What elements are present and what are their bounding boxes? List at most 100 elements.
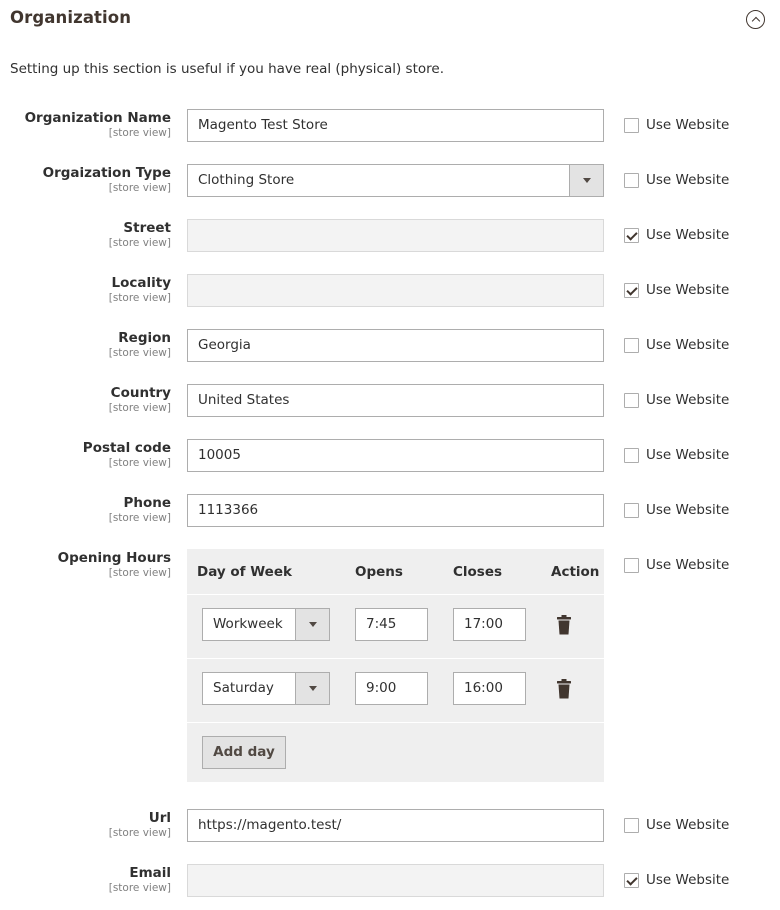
- closes-input[interactable]: 17:00: [453, 608, 526, 641]
- checkbox[interactable]: [624, 448, 639, 463]
- checkbox-checked[interactable]: [624, 228, 639, 243]
- checkbox[interactable]: [624, 558, 639, 573]
- organization-type-select[interactable]: Clothing Store: [187, 164, 604, 197]
- use-website-label: Use Website: [646, 817, 730, 833]
- field-label-group: Url [store view]: [109, 810, 171, 839]
- organization-name-input[interactable]: Magento Test Store: [187, 109, 604, 142]
- scope-label: [store view]: [108, 882, 171, 894]
- postal-code-input[interactable]: 10005: [187, 439, 604, 472]
- day-of-week-select[interactable]: Workweek: [202, 608, 330, 641]
- divider: [187, 594, 604, 595]
- column-header-opens: Opens: [355, 564, 403, 580]
- url-input[interactable]: https://magento.test/: [187, 809, 604, 842]
- closes-input[interactable]: 16:00: [453, 672, 526, 705]
- field-label-group: Organization Name [store view]: [25, 110, 171, 139]
- scope-label: [store view]: [108, 457, 171, 469]
- field-phone: Phone [store view] 1113366 Use Website: [0, 494, 780, 528]
- checkbox[interactable]: [624, 503, 639, 518]
- field-country: Country [store view] United States Use W…: [0, 384, 780, 418]
- checkbox[interactable]: [624, 173, 639, 188]
- field-label: Phone: [123, 495, 171, 511]
- scope-label: [store view]: [108, 512, 171, 524]
- opens-input[interactable]: 9:00: [355, 672, 428, 705]
- field-label-group: Country [store view]: [109, 385, 171, 414]
- field-label-group: Phone [store view]: [109, 495, 171, 524]
- opening-hours-table: Day of Week Opens Closes Action Workweek…: [187, 549, 604, 782]
- use-website-label: Use Website: [646, 872, 730, 888]
- scope-label: [store view]: [108, 292, 171, 304]
- field-postal-code: Postal code [store view] 10005 Use Websi…: [0, 439, 780, 473]
- selected-value: Saturday: [213, 680, 274, 696]
- field-organization-type: Orgaization Type [store view] Clothing S…: [0, 164, 780, 198]
- chevron-down-icon[interactable]: [295, 673, 329, 704]
- field-locality: Locality [store view] Use Website: [0, 274, 780, 308]
- use-website-label: Use Website: [646, 557, 730, 573]
- opens-input[interactable]: 7:45: [355, 608, 428, 641]
- trash-icon[interactable]: [556, 679, 572, 699]
- scope-label: [store view]: [108, 237, 171, 249]
- checkbox[interactable]: [624, 393, 639, 408]
- field-url: Url [store view] https://magento.test/ U…: [0, 809, 780, 843]
- scope-label: [store view]: [108, 827, 171, 839]
- field-label: Street: [123, 220, 171, 236]
- street-input[interactable]: [187, 219, 604, 252]
- column-header-action: Action: [551, 564, 600, 580]
- country-input[interactable]: United States: [187, 384, 604, 417]
- field-organization-name: Organization Name [store view] Magento T…: [0, 109, 780, 143]
- use-website-label: Use Website: [646, 392, 730, 408]
- checkbox-checked[interactable]: [624, 283, 639, 298]
- divider: [187, 658, 604, 659]
- field-label-group: Orgaization Type [store view]: [43, 165, 171, 194]
- use-website-label: Use Website: [646, 117, 730, 133]
- use-website-label: Use Website: [646, 447, 730, 463]
- scope-label: [store view]: [108, 567, 171, 579]
- add-day-button[interactable]: Add day: [202, 736, 286, 769]
- field-label-group: Region [store view]: [109, 330, 171, 359]
- field-label-group: Locality [store view]: [109, 275, 171, 304]
- use-website-label: Use Website: [646, 227, 730, 243]
- day-of-week-select[interactable]: Saturday: [202, 672, 330, 705]
- chevron-down-icon[interactable]: [295, 609, 329, 640]
- use-website-label: Use Website: [646, 502, 730, 518]
- phone-input[interactable]: 1113366: [187, 494, 604, 527]
- field-label: Url: [148, 810, 171, 826]
- checkbox[interactable]: [624, 338, 639, 353]
- section-title: Organization: [10, 8, 132, 27]
- field-label: Postal code: [82, 440, 171, 456]
- field-label: Country: [110, 385, 171, 401]
- field-label: Locality: [111, 275, 172, 291]
- scope-label: [store view]: [108, 347, 171, 359]
- field-label: Email: [129, 865, 171, 881]
- trash-icon[interactable]: [556, 615, 572, 635]
- chevron-down-icon[interactable]: [569, 165, 603, 196]
- selected-value: Clothing Store: [198, 172, 295, 188]
- column-header-day: Day of Week: [197, 564, 292, 580]
- field-label: Opening Hours: [57, 550, 171, 566]
- region-input[interactable]: Georgia: [187, 329, 604, 362]
- scope-label: [store view]: [108, 402, 171, 414]
- use-website-label: Use Website: [646, 172, 730, 188]
- field-label-group: Opening Hours [store view]: [58, 550, 171, 579]
- field-street: Street [store view] Use Website: [0, 219, 780, 253]
- field-label: Organization Name: [24, 110, 171, 126]
- use-website-label: Use Website: [646, 337, 730, 353]
- checkbox[interactable]: [624, 118, 639, 133]
- field-label: Orgaization Type: [42, 165, 171, 181]
- field-label-group: Email [store view]: [109, 865, 171, 894]
- collapse-button[interactable]: [746, 10, 765, 29]
- selected-value: Workweek: [213, 616, 283, 632]
- section-description: Setting up this section is useful if you…: [10, 61, 444, 77]
- checkbox[interactable]: [624, 818, 639, 833]
- use-website-label: Use Website: [646, 282, 730, 298]
- column-header-closes: Closes: [453, 564, 503, 580]
- field-label-group: Street [store view]: [109, 220, 171, 249]
- scope-label: [store view]: [108, 127, 171, 139]
- field-label-group: Postal code [store view]: [83, 440, 171, 469]
- checkbox-checked[interactable]: [624, 873, 639, 888]
- scope-label: [store view]: [108, 182, 171, 194]
- divider: [187, 722, 604, 723]
- locality-input[interactable]: [187, 274, 604, 307]
- email-input[interactable]: [187, 864, 604, 897]
- field-label: Region: [118, 330, 171, 346]
- field-region: Region [store view] Georgia Use Website: [0, 329, 780, 363]
